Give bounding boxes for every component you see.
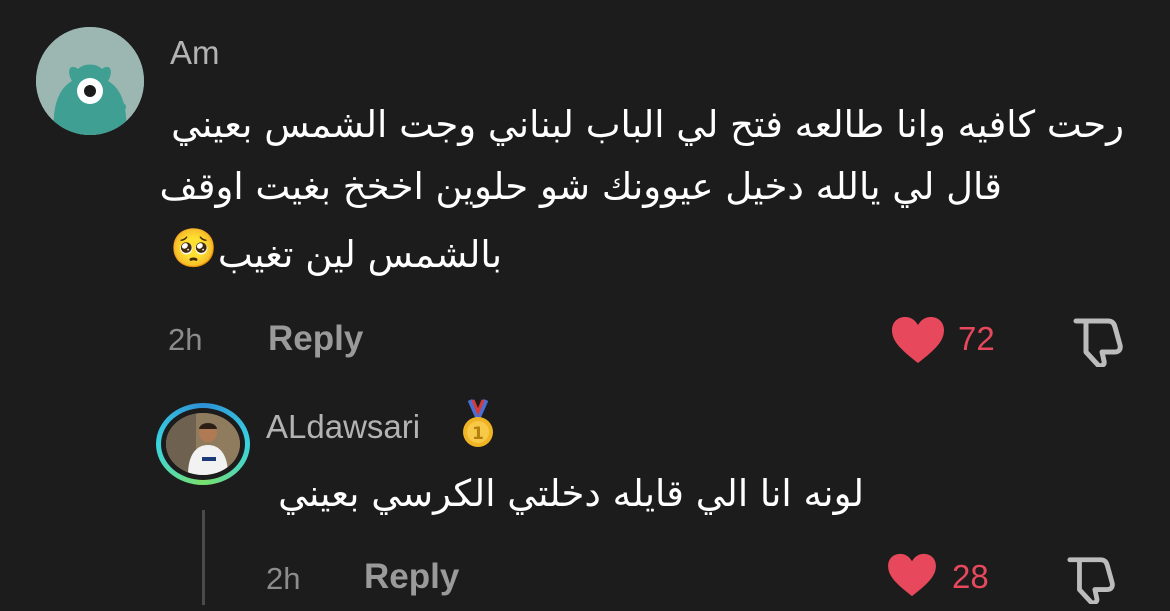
reply-avatar[interactable]	[156, 403, 250, 485]
pleading-face-emoji: 🥺	[170, 228, 218, 270]
commenter-username[interactable]: Am	[170, 36, 220, 69]
comment-text-line-2: قال لي يالله دخيل عيوونك شو حلوين اخخخ ب…	[159, 165, 1003, 208]
comment-reply-button[interactable]: Reply	[268, 321, 363, 356]
heart-icon	[892, 317, 944, 363]
comment-text-line-1: رحت كافيه وانا طالعه فتح لي الباب لبناني…	[171, 103, 1124, 146]
thumbs-down-icon	[1067, 557, 1115, 606]
reply-dislike-button[interactable]	[1064, 554, 1118, 609]
comment-dislike-button[interactable]	[1070, 315, 1126, 372]
person-photo-icon	[166, 413, 240, 475]
commenter-avatar[interactable]	[36, 27, 144, 135]
reply-username[interactable]: ALdawsari	[266, 410, 420, 443]
heart-icon	[888, 553, 936, 597]
thumbs-down-icon	[1073, 318, 1123, 369]
reply-medal-badge: 1	[460, 398, 496, 455]
comment-text-line-3: بالشمس لين تغيب	[217, 233, 502, 276]
reply-timestamp: 2h	[266, 561, 301, 596]
reply-reply-button[interactable]: Reply	[364, 559, 459, 594]
reply-text: لونه انا الي قايله دخلتي الكرسي بعيني	[278, 472, 864, 515]
comment-like-count: 72	[958, 320, 995, 357]
comment-like-button[interactable]	[890, 315, 946, 370]
reply-like-count: 28	[952, 558, 989, 595]
svg-text:1: 1	[472, 424, 484, 444]
comment-timestamp: 2h	[168, 322, 203, 357]
reply-like-button[interactable]	[886, 552, 938, 603]
gold-medal-icon: 1	[463, 398, 493, 447]
monster-avatar-icon	[36, 27, 144, 135]
reply-thread-line	[202, 510, 205, 605]
